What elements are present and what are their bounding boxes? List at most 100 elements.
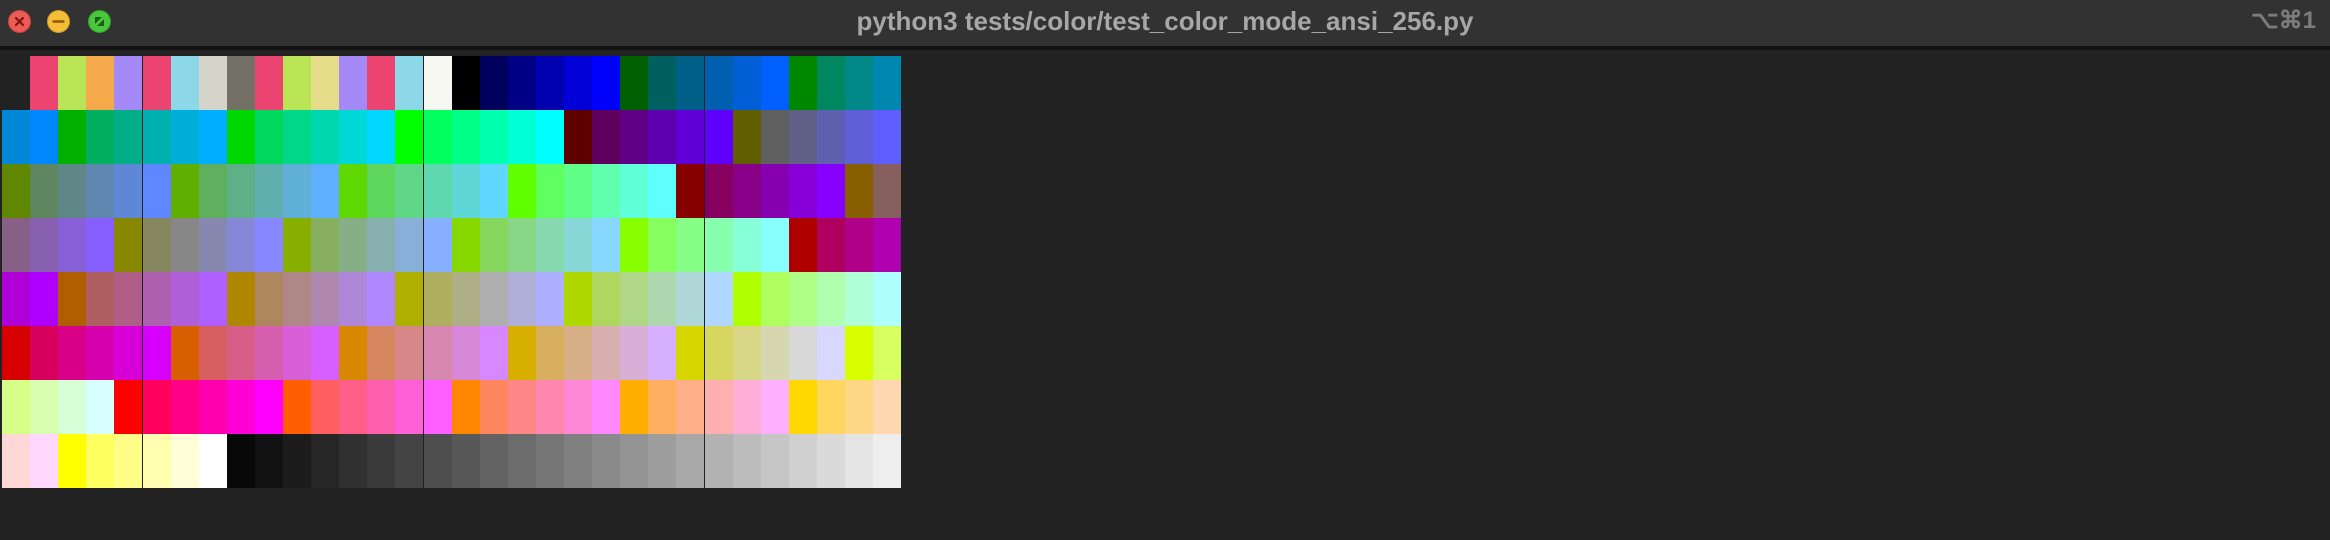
color-swatch xyxy=(451,272,480,326)
color-swatch xyxy=(30,434,59,488)
color-swatch xyxy=(873,164,902,218)
color-swatch xyxy=(788,218,817,272)
color-swatch xyxy=(535,272,564,326)
color-swatch xyxy=(170,272,199,326)
color-swatch xyxy=(873,326,902,380)
color-swatch xyxy=(142,164,171,218)
color-swatch xyxy=(507,326,536,380)
color-swatch xyxy=(170,218,199,272)
color-swatch xyxy=(311,110,340,164)
color-swatch xyxy=(564,110,593,164)
color-swatch xyxy=(198,56,227,110)
color-swatch xyxy=(86,326,115,380)
color-swatch xyxy=(395,164,424,218)
title-bar[interactable]: python3 tests/color/test_color_mode_ansi… xyxy=(0,0,2330,50)
color-swatch xyxy=(198,218,227,272)
color-swatch xyxy=(704,218,733,272)
color-swatch xyxy=(620,164,649,218)
color-swatch xyxy=(816,164,845,218)
color-swatch xyxy=(2,326,31,380)
color-swatch xyxy=(114,110,143,164)
color-swatch xyxy=(535,326,564,380)
color-swatch xyxy=(226,110,255,164)
color-swatch xyxy=(423,56,452,110)
color-swatch xyxy=(114,164,143,218)
color-swatch xyxy=(535,380,564,434)
color-swatch xyxy=(254,380,283,434)
color-swatch xyxy=(283,218,312,272)
color-swatch xyxy=(142,272,171,326)
window-shortcut: ⌥⌘1 xyxy=(2250,7,2316,34)
color-swatch xyxy=(2,434,31,488)
color-swatch xyxy=(732,272,761,326)
color-swatch xyxy=(2,56,31,110)
color-swatch xyxy=(479,326,508,380)
color-swatch xyxy=(620,56,649,110)
color-swatch xyxy=(704,380,733,434)
ansi-256-color-grid xyxy=(2,56,902,488)
color-swatch xyxy=(760,326,789,380)
color-swatch xyxy=(367,164,396,218)
color-swatch xyxy=(535,434,564,488)
color-swatch xyxy=(339,326,368,380)
color-swatch xyxy=(2,110,31,164)
color-swatch xyxy=(732,380,761,434)
color-swatch xyxy=(58,272,87,326)
color-swatch xyxy=(620,326,649,380)
color-swatch xyxy=(339,272,368,326)
color-swatch xyxy=(86,434,115,488)
color-swatch xyxy=(339,434,368,488)
color-swatch xyxy=(423,434,452,488)
color-swatch xyxy=(676,272,705,326)
color-swatch xyxy=(845,434,874,488)
color-swatch xyxy=(564,380,593,434)
color-swatch xyxy=(58,434,87,488)
color-swatch xyxy=(86,218,115,272)
color-swatch xyxy=(198,110,227,164)
color-swatch xyxy=(114,380,143,434)
color-swatch xyxy=(648,56,677,110)
color-swatch xyxy=(395,434,424,488)
color-swatch xyxy=(816,380,845,434)
color-swatch xyxy=(254,434,283,488)
color-swatch xyxy=(395,380,424,434)
color-swatch xyxy=(451,434,480,488)
color-swatch xyxy=(30,56,59,110)
window-title: python3 tests/color/test_color_mode_ansi… xyxy=(856,6,1474,36)
color-swatch xyxy=(254,218,283,272)
terminal-content[interactable] xyxy=(0,54,2330,540)
color-swatch xyxy=(451,218,480,272)
color-swatch xyxy=(451,380,480,434)
color-swatch xyxy=(86,164,115,218)
color-swatch xyxy=(451,56,480,110)
color-swatch xyxy=(648,326,677,380)
color-swatch xyxy=(58,164,87,218)
color-swatch xyxy=(676,218,705,272)
color-swatch xyxy=(507,272,536,326)
color-swatch xyxy=(648,164,677,218)
color-swatch xyxy=(423,326,452,380)
color-swatch xyxy=(592,326,621,380)
color-swatch xyxy=(58,326,87,380)
color-swatch xyxy=(676,434,705,488)
color-swatch xyxy=(283,434,312,488)
color-swatch xyxy=(311,380,340,434)
color-swatch xyxy=(30,110,59,164)
color-swatch xyxy=(507,164,536,218)
color-swatch xyxy=(226,272,255,326)
color-swatch xyxy=(873,110,902,164)
color-swatch xyxy=(564,272,593,326)
color-swatch xyxy=(507,56,536,110)
color-swatch xyxy=(170,56,199,110)
color-swatch xyxy=(760,110,789,164)
color-swatch xyxy=(592,218,621,272)
color-swatch xyxy=(170,110,199,164)
color-swatch xyxy=(339,56,368,110)
color-swatch xyxy=(648,380,677,434)
color-swatch xyxy=(704,272,733,326)
color-swatch xyxy=(564,56,593,110)
color-swatch xyxy=(283,272,312,326)
color-swatch xyxy=(142,434,171,488)
color-swatch xyxy=(58,380,87,434)
color-swatch xyxy=(620,218,649,272)
